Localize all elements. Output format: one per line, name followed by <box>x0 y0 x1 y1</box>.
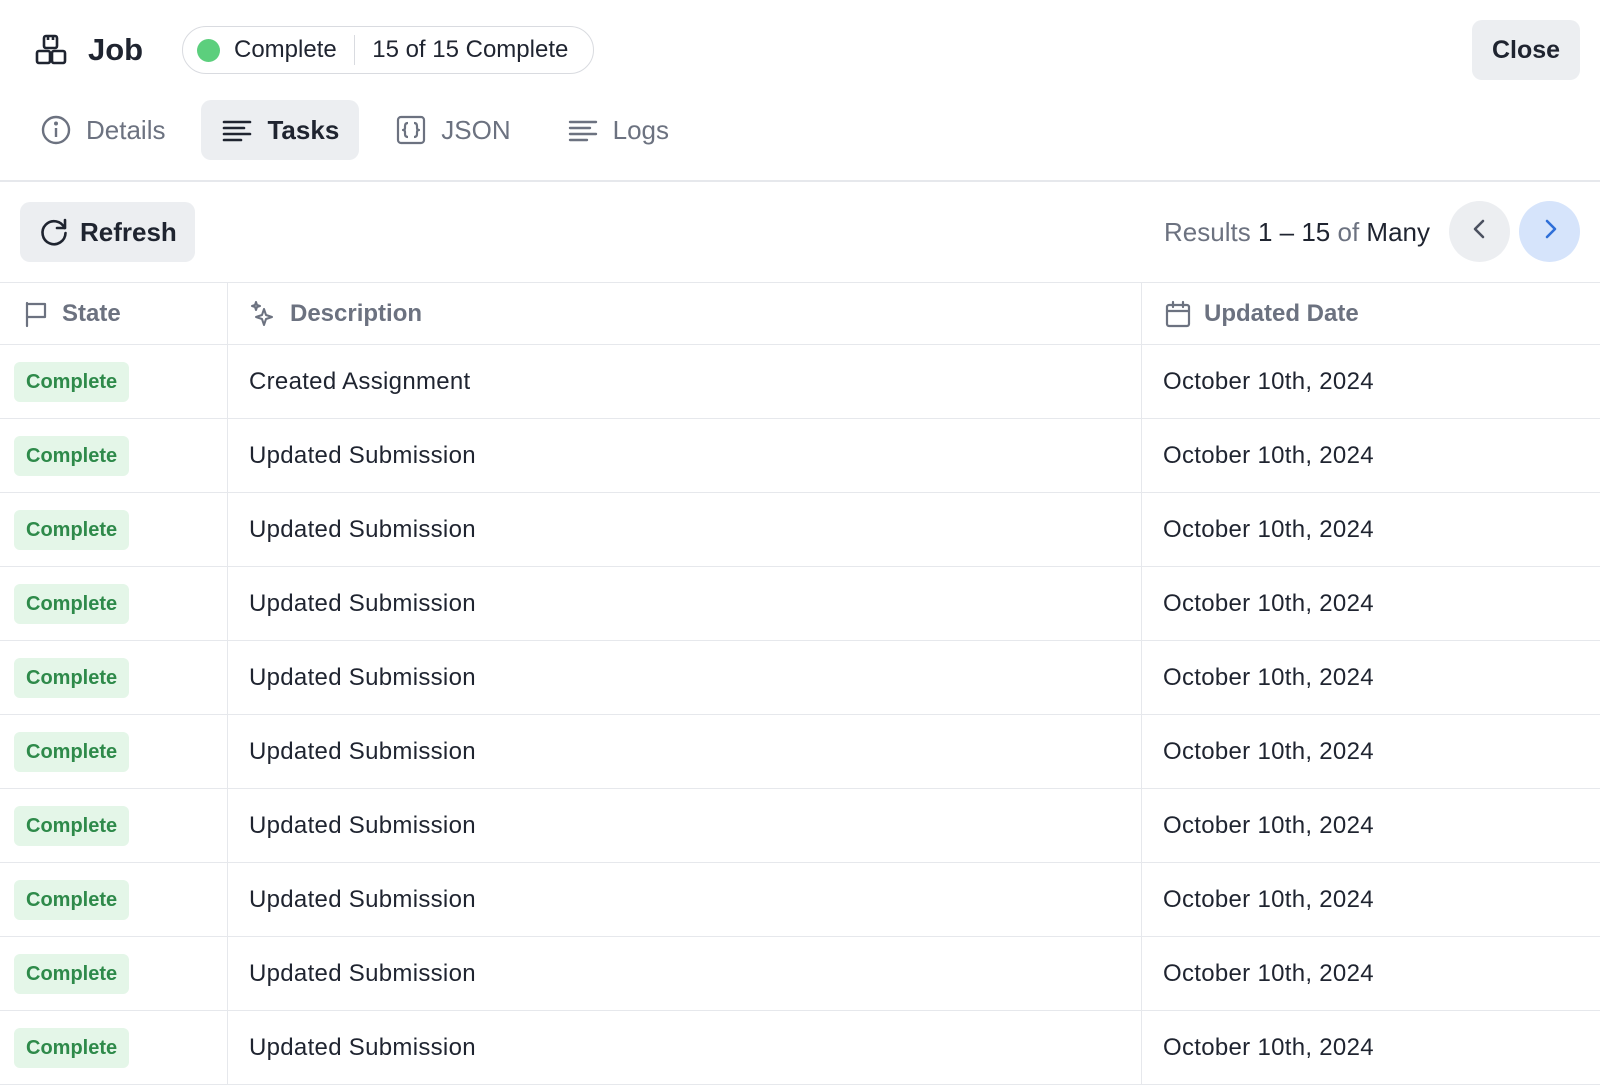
status-badge: Complete 15 of 15 Complete <box>182 26 594 74</box>
state-badge: Complete <box>14 805 130 846</box>
description-cell: Updated Submission <box>228 789 1142 862</box>
state-badge: Complete <box>14 361 130 402</box>
state-cell: Complete <box>0 567 228 640</box>
boxes-icon <box>34 33 68 67</box>
state-badge: Complete <box>14 583 130 624</box>
close-button[interactable]: Close <box>1472 20 1580 80</box>
tab-label: JSON <box>441 114 511 145</box>
state-cell: Complete <box>0 715 228 788</box>
state-badge: Complete <box>14 435 130 476</box>
tab-bar: Details Tasks JSON Logs <box>20 100 705 160</box>
date-cell: October 10th, 2024 <box>1163 811 1374 839</box>
state-badge: Complete <box>14 953 130 994</box>
state-cell: Complete <box>0 419 228 492</box>
state-cell: Complete <box>0 937 228 1010</box>
state-cell: Complete <box>0 1011 228 1084</box>
date-cell: October 10th, 2024 <box>1163 441 1374 469</box>
tab-details[interactable]: Details <box>20 100 185 160</box>
state-cell: Complete <box>0 493 228 566</box>
braces-icon <box>395 114 427 146</box>
previous-page-button[interactable] <box>1449 201 1510 262</box>
column-label: Updated Date <box>1204 299 1359 327</box>
refresh-icon <box>38 216 70 248</box>
tab-label: Details <box>86 114 166 145</box>
lines-icon <box>567 114 599 146</box>
table-row[interactable]: Complete Updated Submission October 10th… <box>0 863 1600 937</box>
results-summary: Results 1 – 15 of Many <box>1164 212 1430 252</box>
description-cell: Updated Submission <box>228 1011 1142 1084</box>
description-cell: Updated Submission <box>228 419 1142 492</box>
date-cell: October 10th, 2024 <box>1163 589 1374 617</box>
table-header: State Description Updated Date <box>0 282 1600 345</box>
column-header-state[interactable]: State <box>0 283 228 344</box>
description-cell: Created Assignment <box>228 345 1142 418</box>
date-cell: October 10th, 2024 <box>1163 1033 1374 1061</box>
page-title: Job <box>88 32 144 67</box>
date-cell: October 10th, 2024 <box>1163 737 1374 765</box>
tab-label: Tasks <box>267 114 340 145</box>
tab-label: Logs <box>612 114 670 145</box>
table-row[interactable]: Complete Updated Submission October 10th… <box>0 493 1600 567</box>
table-row[interactable]: Complete Updated Submission October 10th… <box>0 419 1600 493</box>
description-cell: Updated Submission <box>228 863 1142 936</box>
tasks-table: State Description Updated Date Complete … <box>0 282 1600 1085</box>
flag-icon <box>22 300 50 328</box>
description-cell: Updated Submission <box>228 715 1142 788</box>
lines-icon <box>221 114 253 146</box>
table-row[interactable]: Complete Updated Submission October 10th… <box>0 567 1600 641</box>
status-count: 15 of 15 Complete <box>372 36 569 63</box>
column-header-description[interactable]: Description <box>228 283 1142 344</box>
date-cell: October 10th, 2024 <box>1163 663 1374 691</box>
table-row[interactable]: Complete Updated Submission October 10th… <box>0 937 1600 1011</box>
description-cell: Updated Submission <box>228 641 1142 714</box>
results-prefix: Results <box>1164 217 1251 247</box>
table-row[interactable]: Complete Updated Submission October 10th… <box>0 715 1600 789</box>
toolbar: Refresh Results 1 – 15 of Many <box>0 181 1600 282</box>
table-row[interactable]: Complete Created Assignment October 10th… <box>0 345 1600 419</box>
sparkle-icon <box>250 300 278 328</box>
refresh-label: Refresh <box>80 216 177 247</box>
column-label: State <box>62 299 121 327</box>
state-cell: Complete <box>0 345 228 418</box>
date-cell: October 10th, 2024 <box>1163 885 1374 913</box>
state-cell: Complete <box>0 789 228 862</box>
description-cell: Updated Submission <box>228 567 1142 640</box>
description-cell: Updated Submission <box>228 493 1142 566</box>
status-label: Complete <box>234 36 337 63</box>
status-divider <box>353 35 356 65</box>
chevron-right-icon <box>1537 216 1563 247</box>
state-badge: Complete <box>14 731 130 772</box>
table-row[interactable]: Complete Updated Submission October 10th… <box>0 789 1600 863</box>
results-range: 1 – 15 <box>1257 217 1331 247</box>
column-label: Description <box>290 299 423 327</box>
refresh-button[interactable]: Refresh <box>20 202 195 262</box>
chevron-left-icon <box>1467 216 1493 247</box>
results-of: of <box>1337 217 1360 247</box>
tab-json[interactable]: JSON <box>375 100 530 160</box>
tab-logs[interactable]: Logs <box>547 100 689 160</box>
next-page-button[interactable] <box>1519 201 1580 262</box>
results-total: Many <box>1366 217 1430 247</box>
tab-tasks[interactable]: Tasks <box>201 100 360 160</box>
date-cell: October 10th, 2024 <box>1163 959 1374 987</box>
state-badge: Complete <box>14 879 130 920</box>
table-row[interactable]: Complete Updated Submission October 10th… <box>0 1011 1600 1085</box>
state-badge: Complete <box>14 509 130 550</box>
state-badge: Complete <box>14 657 130 698</box>
calendar-icon <box>1164 300 1192 328</box>
date-cell: October 10th, 2024 <box>1163 515 1374 543</box>
state-cell: Complete <box>0 641 228 714</box>
column-header-updated-date[interactable]: Updated Date <box>1142 283 1600 344</box>
date-cell: October 10th, 2024 <box>1163 367 1374 395</box>
state-cell: Complete <box>0 863 228 936</box>
status-dot-icon <box>197 38 220 62</box>
table-row[interactable]: Complete Updated Submission October 10th… <box>0 641 1600 715</box>
description-cell: Updated Submission <box>228 937 1142 1010</box>
info-circle-icon <box>40 114 72 146</box>
state-badge: Complete <box>14 1027 130 1068</box>
job-header: Job Complete 15 of 15 Complete Close <box>0 0 1600 96</box>
